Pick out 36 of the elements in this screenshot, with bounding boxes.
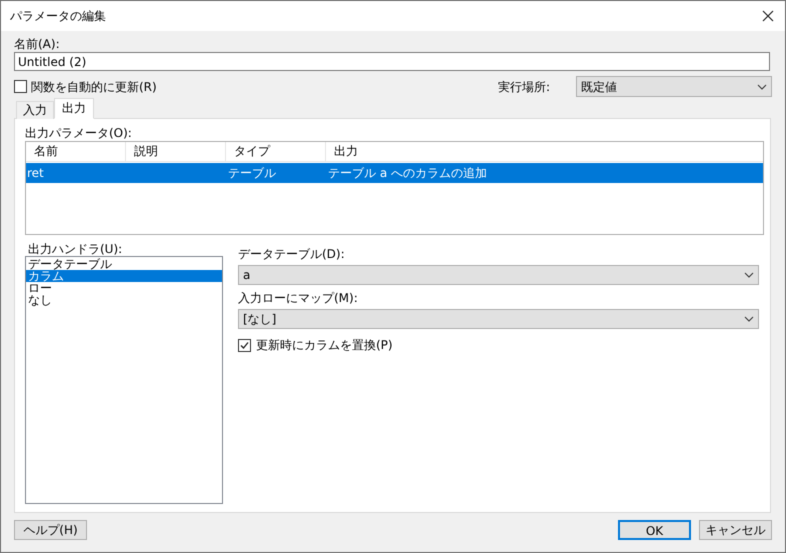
tab[interactable]: 出力: [54, 98, 94, 119]
chevron-down-icon: [757, 84, 767, 90]
checkbox[interactable]: [238, 338, 251, 352]
table-cell: ret: [27, 166, 44, 180]
list-item[interactable]: ロー: [26, 282, 222, 294]
checkbox[interactable]: [14, 80, 27, 93]
field-label: 実行場所:: [498, 78, 550, 96]
column-header[interactable]: 説明: [126, 142, 226, 161]
table-row[interactable]: ret テーブル テーブル a へのカラムの追加: [26, 163, 763, 183]
column-header[interactable]: タイプ: [226, 142, 326, 161]
table-cell: テーブル: [228, 166, 276, 180]
field-label: 入力ローにマップ(M):: [238, 290, 359, 307]
field-label: 名前(A):: [14, 36, 61, 52]
cancel-button[interactable]: キャンセル: [699, 520, 772, 540]
chevron-down-icon: [744, 272, 754, 278]
column-header[interactable]: 名前: [26, 142, 126, 161]
field-label: データテーブル(D):: [238, 246, 346, 263]
name-field[interactable]: Untitled (2): [14, 52, 770, 71]
ok-button[interactable]: OK: [618, 520, 691, 540]
list-item[interactable]: なし: [26, 294, 222, 306]
list-item[interactable]: データテーブル: [26, 258, 222, 270]
checkbox-label: 関数を自動的に更新(R): [31, 78, 157, 96]
list-item[interactable]: カラム: [26, 270, 222, 282]
section-label: 出力パラメータ(O):: [25, 125, 133, 141]
column-header[interactable]: 出力: [326, 142, 763, 161]
section-label: 出力ハンドラ(U):: [27, 242, 124, 256]
chevron-down-icon: [744, 316, 754, 322]
table-cell: テーブル a へのカラムの追加: [328, 166, 487, 180]
location-dropdown[interactable]: 既定値: [576, 76, 772, 97]
map-dropdown[interactable]: [なし]: [238, 309, 759, 329]
checkbox-label: 更新時にカラムを置換(P): [256, 337, 393, 354]
table-dropdown[interactable]: a: [238, 265, 759, 285]
close-icon[interactable]: [761, 9, 775, 23]
tab[interactable]: 入力: [16, 101, 54, 119]
window-title: パラメータの編集: [10, 8, 106, 25]
help-button[interactable]: ヘルプ(H): [14, 520, 87, 540]
